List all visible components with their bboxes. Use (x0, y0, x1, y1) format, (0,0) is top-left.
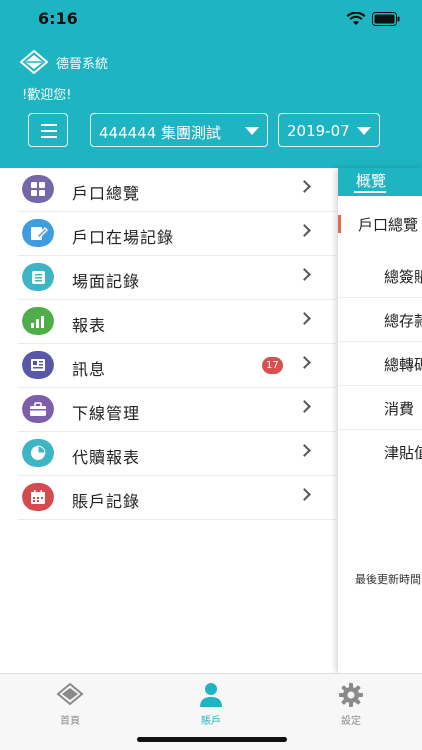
menu-item-table-records[interactable]: 場面記錄 (18, 256, 336, 300)
menu-button[interactable] (28, 113, 68, 147)
tab-label: 設定 (341, 716, 361, 727)
home-indicator (137, 737, 287, 742)
menu-item-label: 報表 (72, 316, 107, 335)
menu-item-label: 下線管理 (72, 404, 141, 423)
chevron-down-icon (245, 127, 259, 135)
summary-row-label: 總轉碼 (384, 356, 422, 374)
summary-row: 消費 (338, 386, 422, 430)
chevron-right-icon (298, 356, 311, 369)
menu-item-label: 賬戶記錄 (72, 492, 141, 511)
list-icon (22, 263, 54, 291)
month-select[interactable]: 2019-07 (278, 113, 380, 147)
menu-item-account-records[interactable]: 賬戶記錄 (18, 476, 336, 520)
bar-chart-icon (22, 307, 54, 335)
wifi-icon (346, 12, 366, 25)
menu-icon (41, 124, 57, 126)
tab-overview[interactable]: 概覽 (356, 170, 386, 191)
tab-indicator (354, 191, 386, 193)
battery-icon (372, 12, 400, 26)
logo-icon (20, 50, 48, 74)
side-drawer: 戶口總覽 戶口在場記錄 場面記錄 報表 訊息 17 下線管理 代贖報表 賬戶記錄 (0, 168, 338, 673)
summary-row-label: 津貼值 (384, 444, 422, 462)
user-icon (200, 683, 222, 707)
app-header: 德晉系統 !歡迎您! 444444 集團測試 2019-07 (0, 40, 422, 168)
menu-item-label: 代贖報表 (72, 448, 141, 467)
status-bar: 6:16 (0, 0, 422, 40)
grid-icon (22, 175, 54, 203)
news-icon (22, 351, 54, 379)
chevron-right-icon (298, 444, 311, 457)
menu-item-messages[interactable]: 訊息 17 (18, 344, 336, 388)
pie-chart-icon (22, 439, 54, 467)
menu-item-label: 戶口在場記錄 (72, 228, 175, 247)
menu-item-reports[interactable]: 報表 (18, 300, 336, 344)
overview-panel: 概覽 戶口總覽 總簽賬 總存款 總轉碼 消費 津貼值 最後更新時間 (338, 168, 422, 673)
chevron-right-icon (298, 224, 311, 237)
summary-row: 總轉碼 (338, 342, 422, 386)
app-title: 德晉系統 (56, 57, 109, 72)
calendar-icon (22, 483, 54, 511)
briefcase-icon (22, 395, 54, 423)
last-updated-text: 最後更新時間 (355, 573, 421, 586)
menu-item-onsite-records[interactable]: 戶口在場記錄 (18, 212, 336, 256)
summary-row-label: 總存款 (384, 312, 422, 330)
edit-icon (22, 219, 54, 247)
chevron-right-icon (298, 268, 311, 281)
chevron-right-icon (298, 180, 311, 193)
tab-label: 首頁 (60, 716, 80, 727)
home-diamond-icon (56, 682, 84, 706)
menu-item-label: 場面記錄 (72, 272, 141, 291)
tab-account[interactable]: 賬戶 (171, 680, 251, 727)
summary-row: 津貼值 (338, 430, 422, 474)
chevron-down-icon (357, 127, 371, 135)
section-title: 戶口總覽 (358, 216, 419, 234)
chevron-right-icon (298, 312, 311, 325)
tab-home[interactable]: 首頁 (30, 680, 110, 727)
chevron-right-icon (298, 488, 311, 501)
summary-row-label: 消費 (384, 400, 415, 418)
menu-item-redemption-report[interactable]: 代贖報表 (18, 432, 336, 476)
month-select-value: 2019-07 (287, 122, 350, 140)
summary-row: 總簽賬 (338, 254, 422, 298)
tab-settings[interactable]: 設定 (311, 680, 391, 727)
menu-item-label: 訊息 (72, 360, 107, 379)
summary-row: 總存款 (338, 298, 422, 342)
welcome-text: !歡迎您! (22, 88, 72, 103)
summary-row-label: 總簽賬 (384, 268, 422, 286)
status-time: 6:16 (38, 9, 78, 28)
section-marker (338, 215, 341, 233)
group-select[interactable]: 444444 集團測試 (90, 113, 268, 147)
tab-label: 賬戶 (201, 716, 221, 727)
gear-icon (339, 683, 363, 707)
group-select-value: 444444 集團測試 (99, 124, 222, 142)
unread-badge: 17 (262, 357, 283, 374)
menu-item-downline-management[interactable]: 下線管理 (18, 388, 336, 432)
chevron-right-icon (298, 400, 311, 413)
menu-item-account-overview[interactable]: 戶口總覽 (18, 168, 336, 212)
menu-item-label: 戶口總覽 (72, 184, 141, 203)
